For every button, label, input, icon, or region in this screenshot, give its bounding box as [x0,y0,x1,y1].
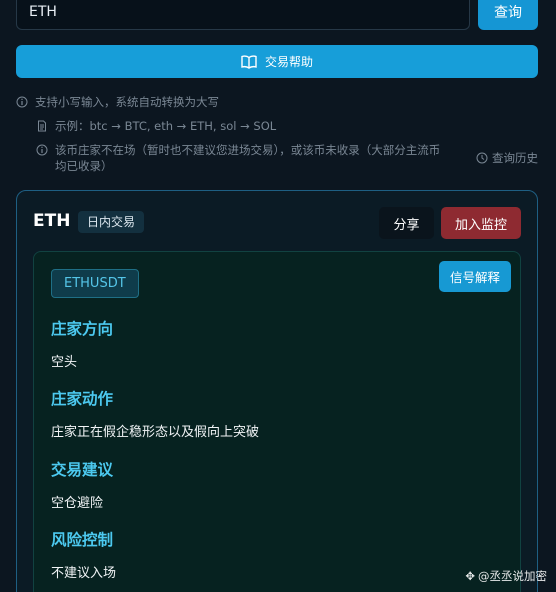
query-history-link[interactable]: 查询历史 [476,150,538,166]
section-trade-advice: 交易建议 空仓避险 [51,458,113,511]
section-heading: 庄家动作 [51,390,114,408]
section-value: 空仓避险 [51,496,104,511]
section-value: 庄家正在假企稳形态以及假向上突破 [51,425,260,440]
tip-lowercase-text: 支持小写输入，系统自动转换为大写 [35,95,219,109]
info-icon [16,96,28,108]
section-value: 不建议入场 [51,566,117,581]
watermark: ✥ @丞丞说加密 [465,568,547,584]
info-icon [36,144,48,156]
section-heading: 庄家方向 [51,320,114,338]
document-icon [38,120,46,132]
watermark-logo-icon: ✥ [465,569,475,583]
section-heading: 风险控制 [51,531,114,549]
trade-help-button[interactable]: 交易帮助 [16,45,538,78]
section-dealer-direction: 庄家方向 空头 [51,317,113,370]
watermark-text: @丞丞说加密 [478,569,547,583]
pair-badge: ETHUSDT [51,269,139,298]
intraday-badge: 日内交易 [78,211,145,233]
section-dealer-action: 庄家动作 庄家正在假企稳形态以及假向上突破 [51,387,259,440]
section-risk-control: 风险控制 不建议入场 [51,528,116,581]
tip-lowercase: 支持小写输入，系统自动转换为大写 [16,94,219,110]
signal-panel: ETHUSDT 信号解释 庄家方向 空头 庄家动作 庄家正在假企稳形态以及假向上… [33,251,521,592]
query-button[interactable]: 查询 [478,0,538,30]
share-button[interactable]: 分享 [379,207,434,239]
section-heading: 交易建议 [51,461,114,479]
trade-help-label: 交易帮助 [264,55,313,69]
card-title: ETH [33,211,71,231]
search-row: ETH 查询 [16,0,538,30]
query-history-label: 查询历史 [492,151,538,165]
section-value: 空头 [51,355,78,370]
add-monitor-button[interactable]: 加入监控 [441,207,521,239]
result-card: ETH 日内交易 分享 加入监控 ETHUSDT 信号解释 庄家方向 空头 庄家… [16,190,538,592]
tip-example-text: 示例：btc → BTC, eth → ETH, sol → SOL [55,119,277,133]
tip-example: 示例：btc → BTC, eth → ETH, sol → SOL [36,118,276,134]
tip-not-present: 该币庄家不在场（暂时也不建议您进场交易），或该币未收录（大部分主流币均已收录） [36,142,446,174]
search-input[interactable]: ETH [16,0,470,30]
clock-icon [476,152,488,164]
tip-not-present-text: 该币庄家不在场（暂时也不建议您进场交易），或该币未收录（大部分主流币均已收录） [55,143,441,173]
book-open-icon [241,54,257,69]
signal-explain-button[interactable]: 信号解释 [439,261,511,292]
